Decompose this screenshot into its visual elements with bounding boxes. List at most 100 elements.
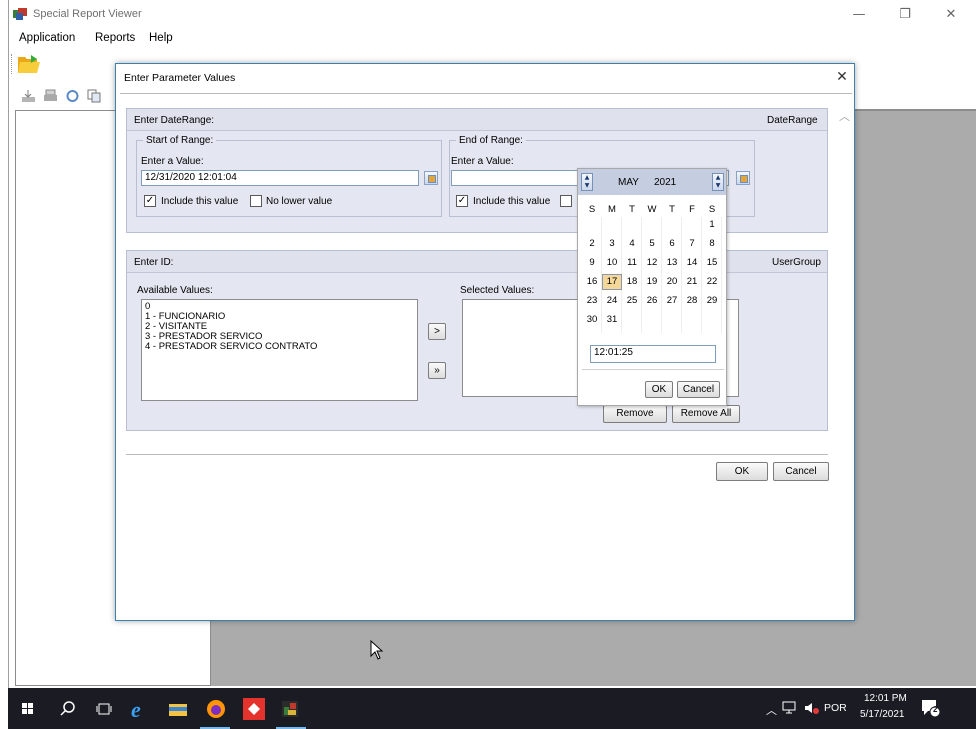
calendar-day[interactable]: 30	[582, 312, 602, 328]
calendar-day[interactable]: 10	[602, 255, 622, 271]
id-param-name: UserGroup	[772, 257, 821, 268]
no-upper-value-checkbox[interactable]	[560, 195, 572, 207]
calendar-day[interactable]: 8	[702, 236, 722, 252]
calendar-day[interactable]: 4	[622, 236, 642, 252]
close-icon: ✕	[836, 69, 848, 85]
calendar-day[interactable]: 26	[642, 293, 662, 309]
calendar-time-input[interactable]: 12:01:25	[590, 345, 716, 363]
internet-explorer-icon[interactable]: e	[126, 695, 154, 723]
dialog-title: Enter Parameter Values	[124, 72, 236, 84]
calendar-day[interactable]: 19	[642, 274, 662, 290]
remove-button[interactable]: Remove	[603, 405, 667, 423]
close-button[interactable]: ✕	[931, 4, 971, 26]
dialog-button-separator	[126, 454, 828, 455]
dialog-ok-button[interactable]: OK	[716, 462, 768, 481]
menu-help[interactable]: Help	[149, 32, 173, 44]
calendar-day[interactable]: 11	[622, 255, 642, 271]
add-value-button[interactable]: >	[428, 323, 446, 340]
available-values-list[interactable]: 01 - FUNCIONARIO 2 - VISITANTE 3 - PRESTAD…	[141, 299, 418, 401]
calendar-day[interactable]: 12	[642, 255, 662, 271]
calendar-year: 2021	[654, 177, 677, 188]
scroll-down-arrow-icon[interactable]: ﹀	[835, 620, 854, 638]
calendar-day[interactable]: 7	[682, 236, 702, 252]
windows-start-icon[interactable]	[14, 695, 42, 723]
end-calendar-icon[interactable]	[736, 171, 750, 185]
print-icon[interactable]	[43, 89, 58, 103]
network-icon[interactable]	[782, 701, 798, 715]
input-language[interactable]: POR	[824, 702, 847, 714]
minimize-button[interactable]: —	[839, 4, 879, 26]
mouse-cursor-icon	[370, 640, 384, 660]
no-lower-value-checkbox[interactable]	[250, 195, 262, 207]
calendar-day[interactable]: 13	[662, 255, 682, 271]
start-date-input[interactable]: 12/31/2020 12:01:04	[141, 170, 419, 186]
refresh-icon[interactable]	[65, 89, 80, 103]
start-calendar-icon[interactable]	[424, 171, 438, 185]
calendar-day[interactable]: 5	[642, 236, 662, 252]
calendar-day[interactable]: 24	[602, 293, 622, 309]
calendar-day[interactable]: 3	[602, 236, 622, 252]
calendar-day[interactable]: 21	[682, 274, 702, 290]
anydesk-icon[interactable]	[240, 695, 268, 723]
report-viewer-taskbar-icon[interactable]	[276, 695, 304, 723]
calendar-popup: ▲ ▼ MAY 2021 ▲ ▼ 12:01:25 OK Cancel SMTWTF…	[577, 168, 727, 406]
calendar-day[interactable]: 14	[682, 255, 702, 271]
calendar-day[interactable]: 28	[682, 293, 702, 309]
menu-reports[interactable]: Reports	[95, 32, 135, 44]
calendar-cancel-button[interactable]: Cancel	[677, 381, 720, 398]
task-view-icon[interactable]	[90, 695, 118, 723]
start-include-checkbox[interactable]: ✓	[144, 195, 156, 207]
clock-time[interactable]: 12:01 PM	[864, 693, 907, 704]
dialog-close-button[interactable]: ✕	[832, 67, 852, 87]
daterange-param-name: DateRange	[767, 115, 818, 126]
calendar-day[interactable]: 31	[602, 312, 622, 328]
end-of-range-legend: End of Range:	[459, 135, 523, 146]
calendar-day[interactable]: 29	[702, 293, 722, 309]
calendar-day[interactable]: 2	[582, 236, 602, 252]
calendar-day[interactable]: 9	[582, 255, 602, 271]
calendar-day[interactable]: 6	[662, 236, 682, 252]
calendar-day[interactable]: 27	[662, 293, 682, 309]
taskbar: e ︿ POR 12:01 PM 5/17/2021 2	[8, 688, 976, 729]
dialog-title-divider	[120, 93, 852, 94]
scroll-up-arrow-icon[interactable]: ︿	[835, 108, 854, 126]
calendar-header	[578, 169, 726, 195]
minimize-icon: —	[852, 7, 866, 22]
available-value-item[interactable]: 4 - PRESTADOR SERVICO CONTRATO	[145, 342, 414, 352]
menu-application[interactable]: Application	[19, 32, 75, 44]
export-icon[interactable]	[21, 89, 36, 103]
start-enter-value-label: Enter a Value:	[141, 156, 204, 167]
open-report-folder-icon[interactable]	[17, 53, 41, 75]
id-header-label: Enter ID:	[134, 257, 174, 268]
copy-icon[interactable]	[87, 89, 102, 103]
calendar-day[interactable]: 16	[582, 274, 602, 290]
calendar-day[interactable]: 1	[702, 217, 722, 233]
show-hidden-icons-icon[interactable]: ︿	[766, 702, 777, 718]
end-include-checkbox[interactable]: ✓	[456, 195, 468, 207]
add-all-values-button[interactable]: »	[428, 362, 446, 379]
start-of-range-legend: Start of Range:	[146, 135, 214, 146]
available-values-label: Available Values:	[137, 285, 213, 296]
file-explorer-icon[interactable]	[164, 695, 192, 723]
title-bar: Special Report Viewer — ❐ ✕	[9, 0, 976, 28]
firefox-icon[interactable]	[202, 695, 230, 723]
calendar-day[interactable]: 20	[662, 274, 682, 290]
month-spinner[interactable]: ▲ ▼	[581, 173, 593, 191]
calendar-day[interactable]: 23	[582, 293, 602, 309]
calendar-day[interactable]: 25	[622, 293, 642, 309]
remove-all-button[interactable]: Remove All	[672, 405, 740, 423]
calendar-day[interactable]: 15	[702, 255, 722, 271]
window-title: Special Report Viewer	[33, 8, 142, 20]
weekday-label: T	[669, 204, 675, 215]
calendar-ok-button[interactable]: OK	[645, 381, 673, 398]
calendar-day[interactable]: 22	[702, 274, 722, 290]
year-spinner[interactable]: ▲ ▼	[712, 173, 724, 191]
volume-muted-icon[interactable]	[804, 701, 820, 715]
dialog-scrollbar[interactable]: ︿ ﹀	[835, 94, 854, 635]
dialog-cancel-button[interactable]: Cancel	[773, 462, 829, 481]
restore-button[interactable]: ❐	[885, 4, 925, 26]
clock-date[interactable]: 5/17/2021	[860, 709, 905, 720]
search-icon[interactable]	[54, 695, 82, 723]
calendar-day[interactable]: 18	[622, 274, 642, 290]
calendar-day-selected[interactable]: 17	[602, 274, 622, 290]
